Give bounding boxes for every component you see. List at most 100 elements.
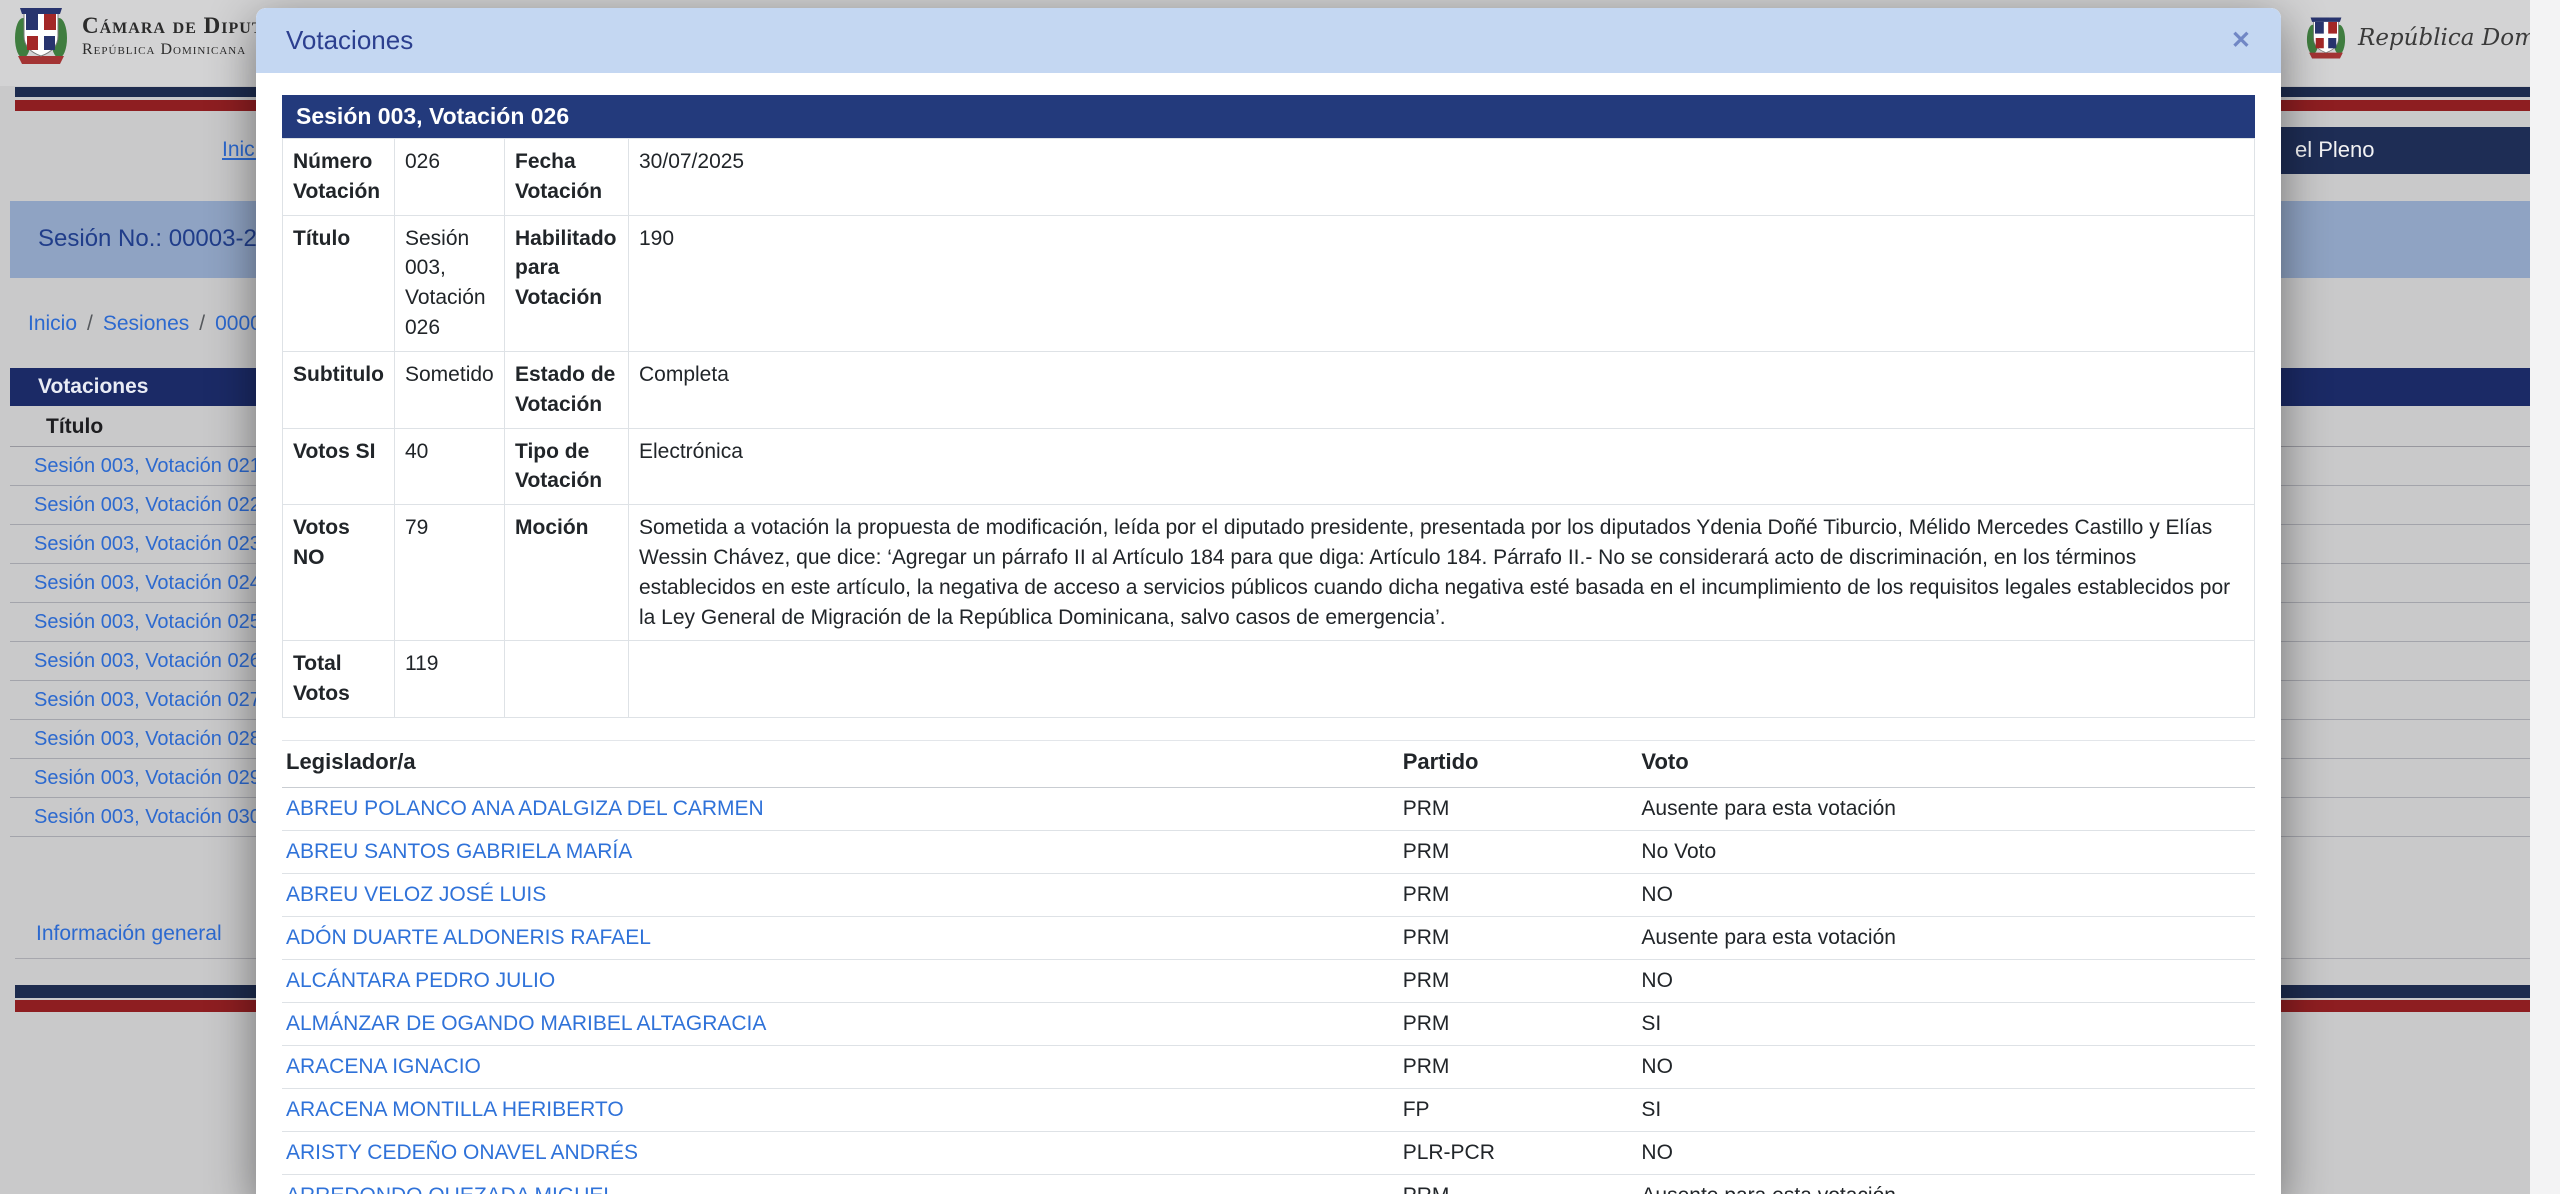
legislator-link[interactable]: ADÓN DUARTE ALDONERIS RAFAEL [286,926,651,949]
detail-label-right: Tipo de Votación [504,427,629,506]
screen: Cámara de Diputados República Dominicana… [0,0,2560,1194]
breadcrumb-sesiones[interactable]: Sesiones [103,312,189,336]
legislator-row: ABREU VELOZ JOSÉ LUIS PRM NO [282,873,2255,917]
legislator-party: PRM [1398,916,1638,960]
votacion-link[interactable]: Sesión 003, Votación 022 [34,494,261,517]
vote-detail-row: Subtitulo Sometido Estado de Votación Co… [282,350,2255,429]
detail-label-left: Número Votación [282,138,395,216]
legislator-link[interactable]: ARACENA IGNACIO [286,1055,481,1078]
legislator-party: PRM [1398,1045,1638,1089]
legislator-link[interactable]: ABREU VELOZ JOSÉ LUIS [286,883,546,906]
legislator-link[interactable]: ARACENA MONTILLA HERIBERTO [286,1098,624,1121]
legislator-row: ARREDONDO QUEZADA MIGUEL PRM Ausente par… [282,1174,2255,1194]
breadcrumb: Inicio / Sesiones / 0000 [28,312,262,336]
legislator-row: ALMÁNZAR DE OGANDO MARIBEL ALTAGRACIA PR… [282,1002,2255,1046]
detail-value-right: Completa [628,350,2255,429]
legislator-vote: No Voto [1637,830,2255,874]
legislator-party: PRM [1398,787,1638,831]
close-icon[interactable]: ✕ [2231,28,2251,53]
detail-label-right: Fecha Votación [504,138,629,216]
legislator-vote: Ausente para esta votación [1637,1174,2255,1194]
legislator-vote: Ausente para esta votación [1637,787,2255,831]
detail-label-left: Subtitulo [282,350,395,429]
votacion-link[interactable]: Sesión 003, Votación 028 [34,728,261,751]
legislator-row: ABREU POLANCO ANA ADALGIZA DEL CARMEN PR… [282,787,2255,831]
detail-value-left: 026 [394,138,505,216]
legislator-party: PRM [1398,830,1638,874]
legislator-link[interactable]: ALCÁNTARA PEDRO JULIO [286,969,555,992]
legislator-row: ALCÁNTARA PEDRO JULIO PRM NO [282,959,2255,1003]
detail-value-right [628,640,2255,718]
vote-detail-row: Votos NO 79 Moción Sometida a votación l… [282,504,2255,642]
legislator-row: ADÓN DUARTE ALDONERIS RAFAEL PRM Ausente… [282,916,2255,960]
detail-value-left: Sesión 003, Votación 026 [394,214,505,352]
votaciones-modal: Votaciones ✕ Sesión 003, Votación 026 Nú… [256,8,2281,1194]
page-right-gutter [2530,0,2560,1194]
legislator-vote: NO [1637,959,2255,1003]
detail-value-left: 119 [394,640,505,718]
legislator-link[interactable]: ABREU POLANCO ANA ADALGIZA DEL CARMEN [286,797,764,820]
vote-detail-table: Número Votación 026 Fecha Votación 30/07… [282,138,2255,718]
column-legislador: Legislador/a [282,740,1399,788]
vote-detail-header: Sesión 003, Votación 026 [282,95,2255,138]
detail-label-right: Estado de Votación [504,350,629,429]
detail-label-right: Moción [504,504,629,642]
legislator-link[interactable]: ARISTY CEDEÑO ONAVEL ANDRÉS [286,1141,638,1164]
legislator-row: ARISTY CEDEÑO ONAVEL ANDRÉS PLR-PCR NO [282,1131,2255,1175]
votacion-link[interactable]: Sesión 003, Votación 026 [34,650,261,673]
votacion-link[interactable]: Sesión 003, Votación 030 [34,806,261,829]
detail-value-right: Electrónica [628,427,2255,506]
vote-detail-row: Votos SI 40 Tipo de Votación Electrónica [282,427,2255,506]
votacion-link[interactable]: Sesión 003, Votación 023 [34,533,261,556]
detail-value-right: 190 [628,214,2255,352]
breadcrumb-inicio[interactable]: Inicio [28,312,77,336]
votaciones-list-header-label: Votaciones [38,375,149,398]
detail-value-left: 79 [394,504,505,642]
legislators-table: Legislador/a Partido Voto ABREU POLANCO … [282,740,2255,1194]
modal-header: Votaciones ✕ [256,8,2281,73]
breadcrumb-separator: / [87,312,93,335]
legislator-vote: NO [1637,1045,2255,1089]
legislator-vote: NO [1637,1131,2255,1175]
detail-value-left: Sometido [394,350,505,429]
column-voto: Voto [1637,740,2255,788]
legislator-party: FP [1398,1088,1638,1132]
votacion-link[interactable]: Sesión 003, Votación 029 [34,767,261,790]
legislator-vote: Ausente para esta votación [1637,916,2255,960]
votacion-link[interactable]: Sesión 003, Votación 024 [34,572,261,595]
legislator-row: ARACENA IGNACIO PRM NO [282,1045,2255,1089]
votacion-link[interactable]: Sesión 003, Votación 025 [34,611,261,634]
coat-of-arms-icon [2306,17,2346,59]
detail-label-left: Total Votos [282,640,395,718]
vote-detail-row: Total Votos 119 [282,640,2255,718]
vote-detail-row: Número Votación 026 Fecha Votación 30/07… [282,138,2255,216]
legislator-vote: SI [1637,1002,2255,1046]
legislator-row: ABREU SANTOS GABRIELA MARÍA PRM No Voto [282,830,2255,874]
detail-label-left: Título [282,214,395,352]
legislator-link[interactable]: ABREU SANTOS GABRIELA MARÍA [286,840,632,863]
tab-informacion-general[interactable]: Información general [36,922,222,946]
legislator-vote: SI [1637,1088,2255,1132]
coat-of-arms-icon [15,8,67,64]
legislator-row: ARACENA MONTILLA HERIBERTO FP SI [282,1088,2255,1132]
legislator-party: PRM [1398,1002,1638,1046]
legislator-vote: NO [1637,873,2255,917]
legislator-link[interactable]: ARREDONDO QUEZADA MIGUEL [286,1184,615,1194]
votaciones-list-column-label: Título [46,415,104,438]
legislator-party: PRM [1398,873,1638,917]
legislator-link[interactable]: ALMÁNZAR DE OGANDO MARIBEL ALTAGRACIA [286,1012,766,1035]
detail-label-right: Habilitado para Votación [504,214,629,352]
legislator-party: PLR-PCR [1398,1131,1638,1175]
legislators-header-row: Legislador/a Partido Voto [282,740,2255,788]
detail-value-right: 30/07/2025 [628,138,2255,216]
detail-value-right: Sometida a votación la propuesta de modi… [628,504,2255,642]
breadcrumb-session-number[interactable]: 0000 [215,312,262,336]
legislator-party: PRM [1398,1174,1638,1194]
detail-value-left: 40 [394,427,505,506]
modal-title: Votaciones [286,25,414,55]
detail-label-left: Votos NO [282,504,395,642]
votacion-link[interactable]: Sesión 003, Votación 027 [34,689,261,712]
detail-label-left: Votos SI [282,427,395,506]
vote-detail-row: Título Sesión 003, Votación 026 Habilita… [282,214,2255,352]
votacion-link[interactable]: Sesión 003, Votación 021 [34,455,261,478]
